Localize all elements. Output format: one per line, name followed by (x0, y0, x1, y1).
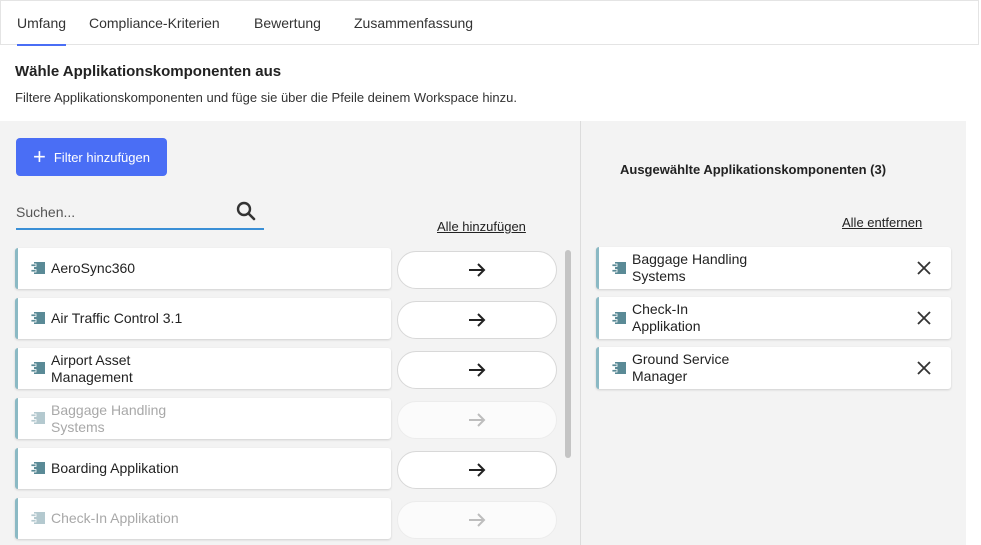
search-field (16, 196, 264, 230)
arrow-right-icon (469, 263, 486, 277)
component-icon (31, 412, 45, 424)
selected-item: Ground Service Manager (596, 347, 951, 389)
component-icon (612, 262, 626, 274)
arrow-right-icon (469, 363, 486, 377)
item-label: Baggage Handling Systems (51, 402, 167, 435)
item-label: Airport Asset Management (51, 352, 133, 385)
component-icon (612, 312, 626, 324)
page-subtitle: Filtere Applikationskomponenten und füge… (15, 90, 518, 105)
page-title: Wähle Applikationskomponenten aus (15, 63, 282, 80)
arrow-right-icon (469, 463, 486, 477)
component-icon (612, 362, 626, 374)
tab-umfang[interactable]: Umfang (17, 15, 67, 46)
item-label: Boarding Applikation (51, 460, 179, 476)
component-icon (31, 512, 45, 524)
component-icon (31, 312, 45, 324)
add-item-button[interactable] (397, 451, 557, 489)
list-item[interactable]: AeroSync360 (15, 248, 391, 289)
selected-item: Check-In Applikation (596, 297, 951, 339)
plus-icon: + (33, 144, 46, 169)
list-item: Check-In Applikation (15, 498, 391, 539)
list-item[interactable]: Airport Asset Management (15, 348, 391, 389)
item-label: Air Traffic Control 3.1 (51, 310, 183, 326)
add-item-button[interactable] (397, 251, 557, 289)
selected-item-label: Ground Service Manager (632, 351, 730, 384)
selected-title: Ausgewählte Applikationskomponenten (3) (620, 162, 887, 177)
add-item-button[interactable] (397, 351, 557, 389)
list-item: Baggage Handling Systems (15, 398, 391, 439)
add-item-button-disabled (397, 401, 557, 439)
remove-all-link[interactable]: Alle entfernen (842, 215, 922, 230)
close-icon[interactable] (916, 360, 932, 376)
arrow-right-icon (469, 513, 486, 527)
add-filter-button[interactable]: + Filter hinzufügen (16, 138, 167, 176)
tab-bewertung[interactable]: Bewertung (254, 15, 321, 31)
arrow-right-icon (469, 313, 486, 327)
tab-zusammenfassung[interactable]: Zusammenfassung (354, 15, 473, 31)
component-icon (31, 262, 45, 274)
close-icon[interactable] (916, 260, 932, 276)
add-filter-label: Filter hinzufügen (53, 149, 150, 165)
search-icon[interactable] (236, 201, 256, 221)
add-all-link[interactable]: Alle hinzufügen (437, 219, 526, 234)
item-label: Check-In Applikation (51, 510, 179, 526)
add-item-button[interactable] (397, 301, 557, 339)
search-input[interactable] (16, 200, 226, 224)
selected-item: Baggage Handling Systems (596, 247, 951, 289)
list-item[interactable]: Boarding Applikation (15, 448, 391, 489)
item-label: AeroSync360 (51, 260, 136, 276)
list-scrollbar[interactable] (565, 250, 571, 458)
add-item-button-disabled (397, 501, 557, 539)
tab-compliance-kriterien[interactable]: Compliance-Kriterien (89, 15, 220, 31)
selected-item-label: Check-In Applikation (632, 301, 701, 334)
selected-item-label: Baggage Handling Systems (632, 251, 748, 284)
close-icon[interactable] (916, 310, 932, 326)
list-item[interactable]: Air Traffic Control 3.1 (15, 298, 391, 339)
arrow-right-icon (469, 413, 486, 427)
component-icon (31, 462, 45, 474)
tab-bar: Umfang Compliance-Kriterien Bewertung Zu… (0, 0, 979, 46)
component-icon (31, 362, 45, 374)
